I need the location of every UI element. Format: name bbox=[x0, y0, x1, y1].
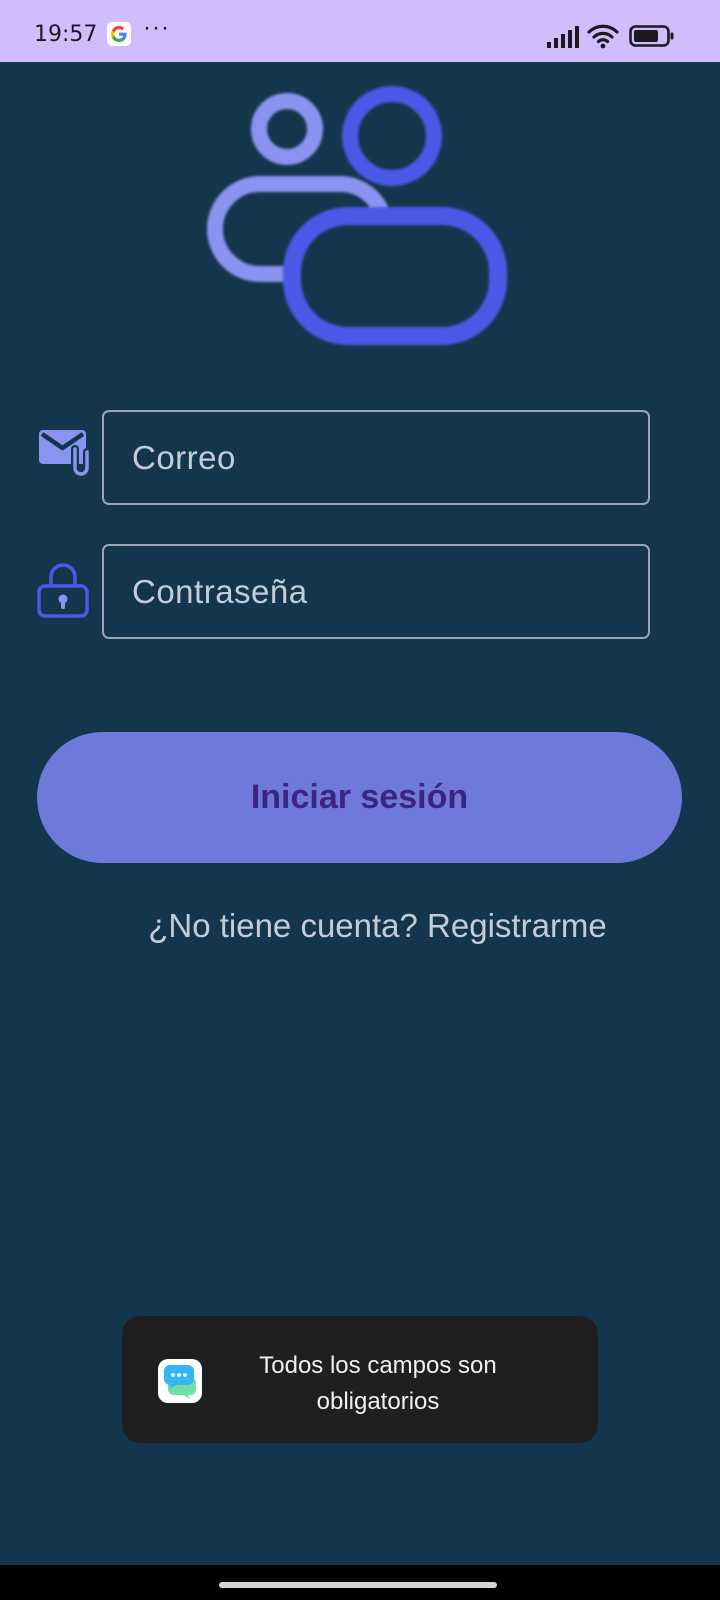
password-field[interactable] bbox=[102, 544, 650, 639]
users-icon bbox=[207, 86, 507, 345]
lock-icon bbox=[37, 563, 89, 618]
more-notifications-icon: ··· bbox=[143, 14, 170, 41]
toast-line-2: obligatorios bbox=[316, 1388, 440, 1415]
email-input[interactable] bbox=[104, 412, 648, 503]
chat-bubble-icon bbox=[158, 1359, 202, 1403]
wifi-icon bbox=[587, 24, 619, 49]
status-time: 19:57 bbox=[34, 22, 98, 47]
mail-icon bbox=[39, 430, 91, 478]
login-button[interactable]: Iniciar sesión bbox=[37, 732, 682, 863]
register-link[interactable]: ¿No tiene cuenta? Registrarme bbox=[0, 907, 720, 945]
battery-icon bbox=[629, 25, 674, 47]
toast-text: Todos los campos son obligatorios bbox=[222, 1348, 534, 1420]
toast-message: Todos los campos son obligatorios bbox=[122, 1316, 598, 1443]
status-bar: 19:57 ··· bbox=[0, 0, 720, 62]
password-input[interactable] bbox=[104, 546, 648, 637]
toast-line-1: Todos los campos son bbox=[259, 1352, 497, 1379]
home-indicator[interactable] bbox=[219, 1582, 497, 1588]
signal-icon bbox=[547, 26, 579, 48]
google-icon bbox=[107, 22, 131, 46]
navigation-bar bbox=[0, 1565, 720, 1600]
email-field[interactable] bbox=[102, 410, 650, 505]
